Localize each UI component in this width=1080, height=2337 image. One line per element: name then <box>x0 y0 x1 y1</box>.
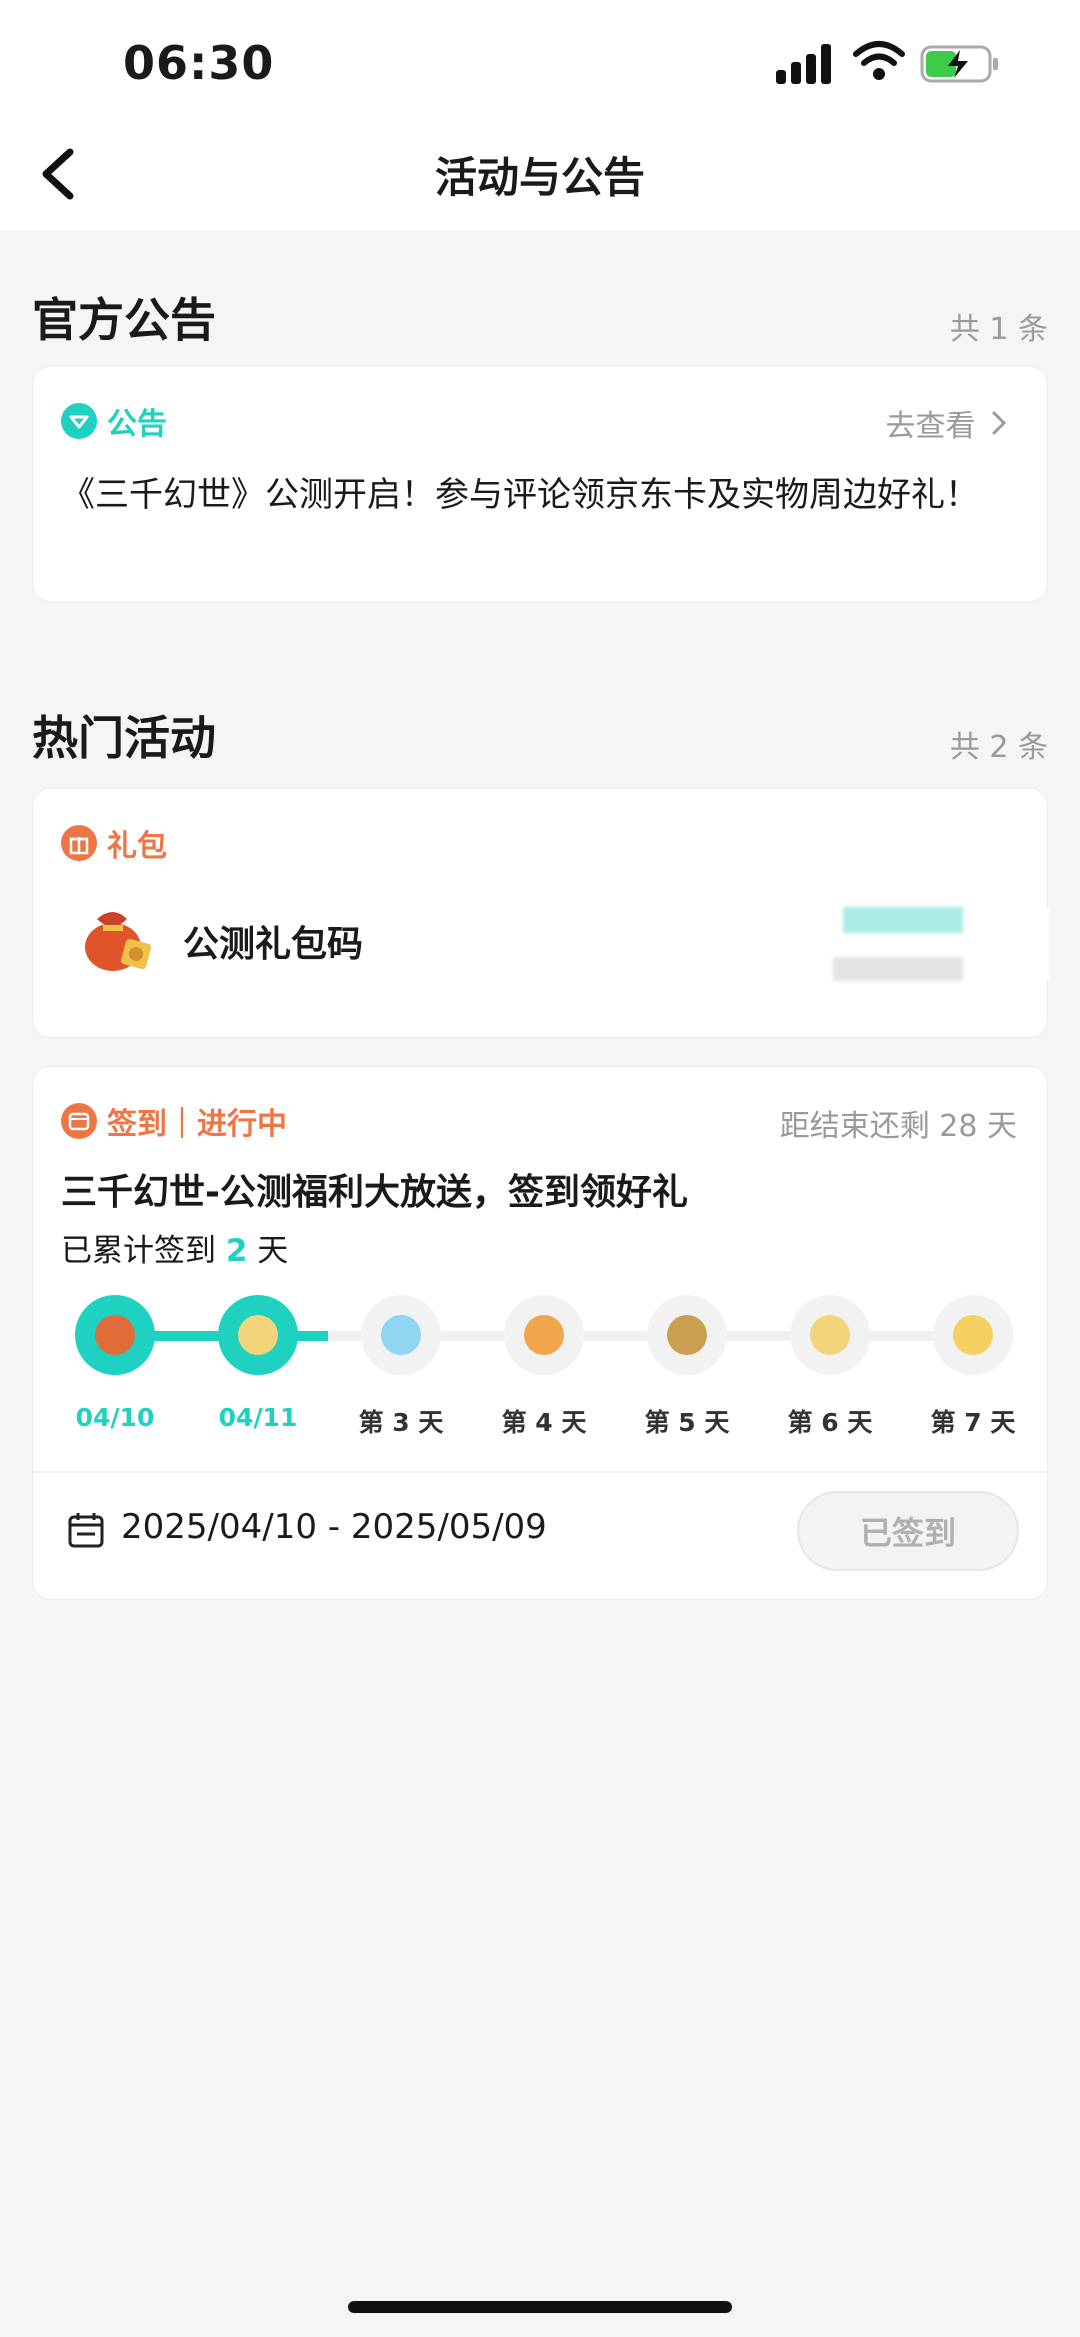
checkin-day-label: 04/10 <box>75 1403 155 1432</box>
progress-suffix: 天 <box>257 1233 289 1269</box>
wifi-icon <box>853 41 905 80</box>
checkin-day-label: 04/11 <box>218 1403 298 1432</box>
top-bar: 06:30 活动与公告 <box>0 0 1080 230</box>
hot-count: 共 2 条 <box>949 730 1048 765</box>
coin-icon <box>810 1315 850 1355</box>
gift-tag-label: 礼包 <box>107 829 167 864</box>
red-envelope-icon <box>95 1315 135 1355</box>
gift-name: 公测礼包码 <box>183 924 364 965</box>
page-title: 活动与公告 <box>434 153 645 202</box>
hot-section-title: 热门活动 <box>32 711 216 765</box>
progress-days: 2 <box>225 1233 248 1269</box>
checkin-title: 三千幻世-公测福利大放送，签到领好礼 <box>61 1172 688 1213</box>
chevron-right-icon <box>991 409 1007 444</box>
gift-tag: 礼包 <box>61 821 167 865</box>
checkin-tag: 签到｜进行中 <box>61 1099 287 1143</box>
gift-card[interactable]: 礼包 公测礼包码 <box>32 788 1049 1038</box>
remaining-days: 距结束还剩 28 天 <box>779 1109 1017 1144</box>
diamond-icon <box>381 1315 421 1355</box>
announcement-card[interactable]: 公告 去查看 《三千幻世》公测开启！参与评论领京东卡及实物周边好礼！ <box>32 366 1048 602</box>
edge-mask <box>1029 909 1049 979</box>
status-time: 06:30 <box>123 36 275 90</box>
checkin-progress: 已累计签到 2 天 <box>61 1225 288 1270</box>
signed-button[interactable]: 已签到 <box>797 1491 1019 1571</box>
divider <box>33 1471 1049 1473</box>
view-link-label: 去查看 <box>885 409 976 444</box>
checkin-day-label: 第 7 天 <box>930 1408 1016 1437</box>
checkin-day-4 <box>504 1295 584 1375</box>
checkin-day-6 <box>790 1295 870 1375</box>
checkin-day-7 <box>933 1295 1013 1375</box>
coin-icon <box>238 1315 278 1355</box>
gift-box-icon <box>61 825 97 861</box>
checkin-day-label: 第 3 天 <box>358 1408 444 1437</box>
redacted-code-top <box>843 907 963 933</box>
checkin-day-label: 第 4 天 <box>501 1408 587 1437</box>
checkin-day-label: 第 5 天 <box>644 1408 730 1437</box>
progress-prefix: 已累计签到 <box>61 1233 216 1269</box>
official-count: 共 1 条 <box>949 312 1048 347</box>
official-section-title: 官方公告 <box>32 293 216 347</box>
checkin-day-2 <box>218 1295 298 1375</box>
checkin-card: 签到｜进行中 距结束还剩 28 天 三千幻世-公测福利大放送，签到领好礼 已累计… <box>32 1066 1049 1600</box>
lotus-icon <box>524 1315 564 1355</box>
announcement-icon <box>61 403 97 439</box>
announcement-tag: 公告 <box>61 399 167 443</box>
star-icon <box>953 1315 993 1355</box>
calendar-icon <box>68 1513 104 1548</box>
redacted-code-bottom <box>833 957 963 981</box>
date-range: 2025/04/10 - 2025/05/09 <box>121 1507 547 1547</box>
checkin-day-5 <box>647 1295 727 1375</box>
calendar-tag-icon <box>61 1103 97 1139</box>
view-link[interactable]: 去查看 <box>885 401 1007 445</box>
cellular-signal-icon <box>776 44 834 84</box>
checkin-day-3 <box>361 1295 441 1375</box>
gift-bag-icon <box>85 912 152 971</box>
checkin-tag-label: 签到｜进行中 <box>107 1107 287 1142</box>
battery-charging-icon <box>920 45 998 83</box>
announcement-tag-label: 公告 <box>107 407 167 442</box>
announcement-text: 《三千幻世》公测开启！参与评论领京东卡及实物周边好礼！ <box>61 475 979 515</box>
checkin-day-1 <box>75 1295 155 1375</box>
card-icon <box>667 1315 707 1355</box>
home-indicator <box>348 2301 732 2313</box>
checkin-day-label: 第 6 天 <box>787 1408 873 1437</box>
